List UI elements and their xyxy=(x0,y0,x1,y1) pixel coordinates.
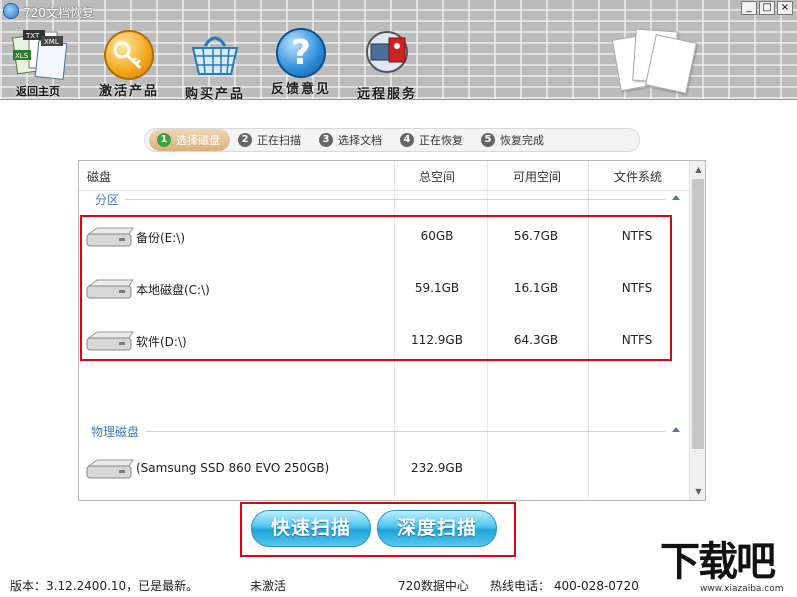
feedback-label: 反馈意见 xyxy=(270,82,331,97)
step-number: 2 xyxy=(238,133,252,147)
hard-drive-icon xyxy=(86,459,134,479)
quick-scan-button[interactable]: 快速扫描 xyxy=(251,510,371,547)
deep-scan-button[interactable]: 深度扫描 xyxy=(377,510,497,547)
step-label: 选择磁盘 xyxy=(176,134,220,147)
remote-service-button[interactable]: 远程服务 xyxy=(354,28,420,102)
key-icon xyxy=(104,30,154,80)
watermark-url: www.xiazaiba.com xyxy=(700,584,784,594)
window-controls: _ □ × xyxy=(741,1,793,15)
scroll-up-icon[interactable]: ▲ xyxy=(694,165,703,174)
progress-steps: 1 选择磁盘 2 正在扫描 3 选择文档 4 正在恢复 5 恢复完成 xyxy=(144,128,640,152)
scroll-down-icon[interactable]: ▼ xyxy=(694,487,703,496)
header-total-space: 总空间 xyxy=(419,170,456,184)
basket-icon xyxy=(191,36,239,75)
close-button[interactable]: × xyxy=(777,1,793,15)
step-number: 3 xyxy=(319,133,333,147)
header-disk: 磁盘 xyxy=(87,170,112,184)
collapse-partitions-icon[interactable] xyxy=(672,195,680,200)
minimize-button[interactable]: _ xyxy=(741,1,757,15)
step-label: 恢复完成 xyxy=(500,134,544,147)
activate-product-label: 激活产品 xyxy=(98,84,159,99)
hotline-text: 热线电话： 400-028-0720 xyxy=(490,579,639,593)
maximize-button[interactable]: □ xyxy=(759,1,775,15)
title-bar: 720文档恢复 _ □ × xyxy=(0,0,797,24)
feedback-button[interactable]: ? 反馈意见 xyxy=(268,28,334,97)
buy-product-label: 购买产品 xyxy=(184,87,245,102)
total-space: 232.9GB xyxy=(411,461,463,475)
step-number: 1 xyxy=(157,133,171,147)
physical-disk-section-label: 物理磁盘 xyxy=(91,425,140,439)
activation-status: 未激活 xyxy=(250,579,287,593)
watermark: 下载吧 www.xiazaiba.com xyxy=(660,540,796,597)
partitions-highlight-box xyxy=(80,215,672,361)
data-center-link[interactable]: 720数据中心 xyxy=(398,577,469,594)
home-label: 返回主页 xyxy=(16,85,60,98)
watermark-logo: 下载吧 xyxy=(660,539,776,585)
remote-service-icon xyxy=(366,31,408,73)
section-divider xyxy=(125,199,665,200)
step-number: 5 xyxy=(481,133,495,147)
txt-tag: TXT xyxy=(25,32,40,40)
header-free-space: 可用空间 xyxy=(513,170,562,184)
step-label: 选择文档 xyxy=(338,134,382,147)
papers-decoration-icon xyxy=(611,26,697,94)
remote-service-label: 远程服务 xyxy=(356,87,417,102)
table-header: 磁盘 总空间 可用空间 文件系统 xyxy=(79,161,689,191)
header-banner: 720文档恢复 _ □ × TXT XML XLS 返回主页 激活产品 购买产品… xyxy=(0,0,797,102)
physical-disk-row[interactable]: (Samsung SSD 860 EVO 250GB) 232.9GB xyxy=(79,448,689,488)
step-select-disk: 1 选择磁盘 xyxy=(149,129,230,151)
header-file-system: 文件系统 xyxy=(614,170,663,184)
version-text: 版本：3.12.2400.10，已是最新。 xyxy=(10,579,199,593)
step-scanning: 2 正在扫描 xyxy=(230,129,311,151)
buy-product-button[interactable]: 购买产品 xyxy=(182,28,248,102)
step-label: 正在恢复 xyxy=(419,134,463,147)
step-select-document: 3 选择文档 xyxy=(311,129,392,151)
window-title: 720文档恢复 xyxy=(23,6,94,20)
collapse-physical-icon[interactable] xyxy=(672,427,680,432)
vertical-scrollbar[interactable]: ▲ ▼ xyxy=(689,161,705,500)
step-number: 4 xyxy=(400,133,414,147)
activate-product-button[interactable]: 激活产品 xyxy=(97,30,161,99)
xls-tag: XLS xyxy=(15,52,29,60)
documents-icon: TXT XML XLS xyxy=(12,30,67,80)
step-complete: 5 恢复完成 xyxy=(473,129,554,151)
physical-disk-name: (Samsung SSD 860 EVO 250GB) xyxy=(136,461,330,475)
help-icon: ? xyxy=(276,28,326,78)
xml-tag: XML xyxy=(44,38,59,46)
step-recovering: 4 正在恢复 xyxy=(392,129,473,151)
scrollbar-thumb[interactable] xyxy=(692,179,704,449)
app-logo-icon xyxy=(3,3,19,19)
step-label: 正在扫描 xyxy=(257,134,301,147)
partition-section-label: 分区 xyxy=(95,193,120,207)
section-divider xyxy=(145,431,665,432)
